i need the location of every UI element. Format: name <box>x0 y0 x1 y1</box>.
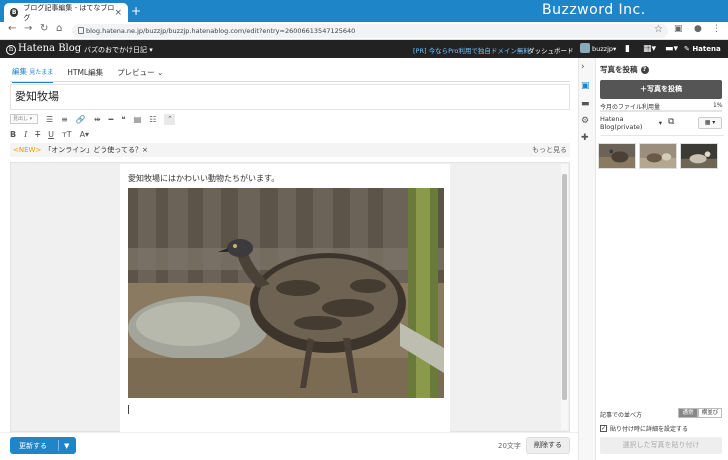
reload-icon[interactable]: ↻ <box>40 23 48 34</box>
bold-icon[interactable]: B <box>10 130 16 139</box>
order-label: 記事での並べ方 <box>600 412 643 419</box>
char-count: 20文字 <box>498 442 521 450</box>
avatar[interactable] <box>580 43 590 53</box>
collapse-toolbar-icon[interactable]: ⌃ <box>164 113 176 125</box>
text-cursor <box>128 405 129 414</box>
hatena-blog-logo[interactable]: h Hatena Blog <box>6 43 81 55</box>
hatena-favicon-icon: B <box>10 8 19 17</box>
user-label: buzzjp <box>592 45 614 53</box>
collapse-panel-icon[interactable]: › <box>581 62 585 72</box>
folder-icon[interactable]: ▬ <box>581 99 590 109</box>
detail-checkbox-row[interactable]: ✓ 貼り付け時に詳細を設定する <box>600 424 688 433</box>
photo-panel-icon[interactable]: ▣ <box>581 81 590 91</box>
editor-scroll-thumb[interactable] <box>562 174 567 400</box>
detail-checkbox[interactable]: ✓ <box>600 425 607 432</box>
pro-promo-link[interactable]: [PR] 今ならPro利用で独自ドメイン無料 <box>413 45 530 55</box>
apps-grid-icon[interactable]: ▦▾ <box>643 44 656 54</box>
italic-icon[interactable]: I <box>24 130 27 139</box>
gear-icon[interactable]: ⚙ <box>581 116 589 126</box>
extension-icon[interactable]: ▣ <box>674 24 683 34</box>
dashboard-link[interactable]: ダッシュボード <box>528 45 574 55</box>
emu-photo[interactable] <box>128 188 444 398</box>
photo-thumbnail[interactable] <box>680 143 718 169</box>
chevron-down-icon[interactable]: ▼ <box>59 442 69 450</box>
tab-preview-label: プレビュー <box>117 68 155 77</box>
usage-bar <box>600 110 722 112</box>
close-tab-icon[interactable]: × <box>114 8 122 18</box>
align-icon[interactable]: ☷ <box>149 115 156 124</box>
url-text: blog.hatena.ne.jp/buzzjp/buzzjp.hatenabl… <box>86 27 356 35</box>
album-label: Hatena Blog(private) <box>600 115 643 131</box>
lock-icon <box>78 27 84 34</box>
update-label: 更新する <box>19 441 47 450</box>
panel-title: 写真を投稿 ? <box>600 64 649 75</box>
forward-icon[interactable]: → <box>24 23 32 34</box>
numbered-list-icon[interactable]: ≡ <box>61 115 68 124</box>
horizontal-rule-icon[interactable]: ━ <box>109 115 114 124</box>
add-icon[interactable]: ✚ <box>581 133 589 143</box>
blog-name-label: バズのおでかけ日記 <box>84 46 147 54</box>
new-tab-icon[interactable]: + <box>131 4 141 18</box>
url-field[interactable]: blog.hatena.ne.jp/buzzjp/buzzjp.hatenabl… <box>72 24 668 38</box>
blog-name-menu[interactable]: バズのおでかけ日記 ▾ <box>84 45 153 55</box>
bookmark-star-icon[interactable]: ☆ <box>654 24 663 35</box>
divider <box>10 81 570 82</box>
upload-photo-button[interactable]: ＋写真を投稿 <box>600 80 722 99</box>
help-icon[interactable]: ? <box>640 65 649 74</box>
photo-thumbnail[interactable] <box>598 143 636 169</box>
browser-tab[interactable]: B ブログ記事編集 - はてなブログ × <box>4 3 128 22</box>
heading-select-label: 見出し <box>13 116 29 122</box>
underline-icon[interactable]: U <box>48 130 54 139</box>
see-more-link[interactable]: もっと見る <box>532 145 570 155</box>
bookmark-icon[interactable]: ▮ <box>625 44 630 54</box>
tab-preview[interactable]: プレビュー ⌄ <box>117 67 163 82</box>
order-normal-button[interactable]: 通常 <box>678 408 698 418</box>
more-icon[interactable]: ⇹ <box>94 115 101 124</box>
heading-select[interactable]: 見出し ▾ <box>10 114 38 124</box>
logo-text: Hatena Blog <box>18 43 82 54</box>
brand-watermark: Buzzword Inc. <box>542 2 646 18</box>
text-style-toolbar: B I T U тT A▾ <box>10 128 97 140</box>
update-button[interactable]: 更新する ▼ <box>10 437 76 454</box>
back-icon[interactable]: ← <box>8 23 16 34</box>
table-icon[interactable]: ▤ <box>134 115 142 124</box>
menu-icon[interactable]: ⋮ <box>712 24 721 34</box>
order-horizontal-button[interactable]: 横並び <box>698 408 722 418</box>
title-input[interactable]: 愛知牧場 <box>10 84 570 110</box>
chevron-down-icon: ⌄ <box>156 68 164 77</box>
font-size-icon[interactable]: тT <box>62 130 72 139</box>
panel-title-label: 写真を投稿 <box>600 65 638 74</box>
strikethrough-icon[interactable]: T <box>35 130 40 139</box>
hatena-service-logo[interactable]: ✎ Hatena <box>684 45 721 53</box>
photo-thumbnail[interactable] <box>639 143 677 169</box>
new-badge: <NEW> <box>13 146 42 154</box>
hatena-label: Hatena <box>692 45 721 53</box>
link-icon[interactable]: 🔗 <box>76 115 86 124</box>
home-icon[interactable]: ⌂ <box>56 23 62 34</box>
divider <box>600 135 724 136</box>
tab-wysiwyg-sub: 見たまま <box>29 69 54 76</box>
bullet-list-icon[interactable]: ☰ <box>46 115 53 124</box>
album-select[interactable]: Hatena Blog(private) ▾ <box>600 115 662 131</box>
profile-icon[interactable]: ● <box>694 24 702 34</box>
notification-icon[interactable]: ▬▾ <box>665 44 678 54</box>
tab-html[interactable]: HTML編集 <box>67 67 103 82</box>
body-paragraph[interactable]: 愛知牧場にはかわいい動物たちがいます。 <box>128 173 279 184</box>
editor-footer <box>0 432 578 460</box>
announcement-link[interactable]: 「オンライン」どう使ってる？× <box>44 145 148 155</box>
delete-button[interactable]: 削除する <box>526 437 570 454</box>
user-menu[interactable]: buzzjp▾ <box>592 45 616 53</box>
paste-selected-button[interactable]: 選択した写真を貼り付け <box>600 437 722 454</box>
detail-checkbox-label: 貼り付け時に詳細を設定する <box>610 426 689 433</box>
tab-wysiwyg-label: 編集 <box>12 67 27 76</box>
format-toolbar: 見出し ▾ ☰ ≡ 🔗 ⇹ ━ ❝ ▤ ☷ ⌃ <box>10 113 176 125</box>
text-color-icon[interactable]: A▾ <box>80 130 90 139</box>
browser-tab-title: ブログ記事編集 - はてなブログ <box>23 3 115 22</box>
grid-view-select[interactable]: ▦ ▾ <box>698 117 722 129</box>
quote-icon[interactable]: ❝ <box>121 115 125 124</box>
external-link-icon[interactable]: ⧉ <box>668 117 674 127</box>
announcement-bar: <NEW> 「オンライン」どう使ってる？× もっと見る <box>10 143 570 157</box>
usage-value: 1% <box>713 102 723 109</box>
